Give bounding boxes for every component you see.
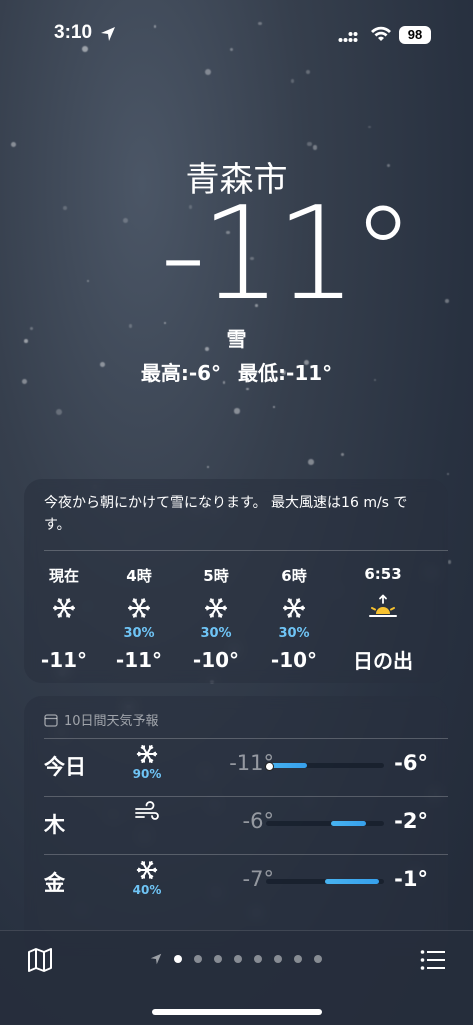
snowflake-icon — [124, 743, 170, 767]
cellular-signal-icon — [338, 29, 358, 43]
location-arrow-icon — [100, 26, 116, 42]
day-icon — [124, 801, 170, 825]
precip-chance — [353, 623, 413, 639]
low-temp: 最低:-11° — [238, 361, 332, 385]
page-dot[interactable] — [274, 955, 282, 963]
hour-temp: -10° — [264, 648, 324, 672]
snowflake-icon — [186, 596, 246, 626]
hourly-item: 4時 30% -11° — [109, 565, 169, 672]
temp-range-bar — [266, 879, 384, 884]
page-dot[interactable] — [214, 955, 222, 963]
page-dot[interactable] — [294, 955, 302, 963]
hourly-item: 6時 30% -10° — [264, 565, 324, 672]
precip-chance — [34, 626, 94, 642]
forecast-summary: 今夜から朝にかけて雪になります。 最大風速は16 m/s です。 — [44, 492, 430, 536]
hour-label: 4時 — [109, 565, 169, 586]
home-indicator[interactable] — [152, 1009, 322, 1015]
divider — [44, 550, 448, 551]
daily-row[interactable]: 金 40% -7° -1° — [24, 855, 448, 913]
snowflake-icon — [124, 859, 170, 883]
high-temp: -6° — [394, 751, 428, 775]
hour-temp: -11° — [109, 648, 169, 672]
daily-row[interactable]: 今日 90% -11° -6° — [24, 739, 448, 797]
high-temp: 最高:-6° — [141, 361, 221, 385]
day-label: 木 — [44, 809, 65, 839]
page-dot[interactable] — [314, 955, 322, 963]
precip-chance: 90% — [124, 767, 170, 781]
snowflake-icon — [34, 596, 94, 626]
day-icon: 40% — [124, 859, 170, 897]
hour-label: 現在 — [34, 565, 94, 586]
hourly-item: 5時 30% -10° — [186, 565, 246, 672]
snowflake-icon — [264, 596, 324, 626]
snowflake-icon — [109, 596, 169, 626]
page-dot[interactable] — [254, 955, 262, 963]
temp-range-fill — [331, 821, 366, 826]
daily-row[interactable]: 木 -6° -2° — [24, 797, 448, 855]
hour-label: 6:53 — [353, 565, 413, 583]
wind-icon — [124, 801, 170, 825]
map-icon[interactable] — [27, 947, 53, 973]
precip-chance: 40% — [124, 883, 170, 897]
day-icon: 90% — [124, 743, 170, 781]
status-bar: 3:10 98 — [0, 0, 473, 70]
temp-range-bar — [266, 821, 384, 826]
high-low: 最高:-6° 最低:-11° — [0, 357, 473, 386]
precip-chance: 30% — [186, 626, 246, 642]
high-temp: -2° — [394, 809, 428, 833]
page-indicator[interactable] — [150, 953, 322, 965]
location-arrow-icon — [150, 953, 162, 965]
hour-label: 6時 — [264, 565, 324, 586]
hourly-forecast-card[interactable]: 今夜から朝にかけて雪になります。 最大風速は16 m/s です。 現在 -11°… — [24, 479, 448, 683]
precip-chance: 30% — [109, 626, 169, 642]
wifi-icon — [370, 25, 392, 43]
temp-range-fill — [325, 879, 379, 884]
day-label: 今日 — [44, 751, 86, 781]
hour-temp: 日の出 — [353, 645, 413, 674]
hour-temp: -10° — [186, 648, 246, 672]
hourly-item: 6:53 日の出 — [353, 565, 413, 674]
battery-indicator: 98 — [399, 26, 431, 44]
calendar-icon — [44, 713, 58, 727]
day-label: 金 — [44, 867, 65, 897]
list-icon[interactable] — [420, 949, 446, 971]
current-temp-dot — [265, 762, 274, 771]
hour-temp: -11° — [34, 648, 94, 672]
page-dot[interactable] — [194, 955, 202, 963]
status-time: 3:10 — [54, 22, 92, 44]
current-temperature: -11° — [160, 190, 409, 320]
page-dot[interactable] — [174, 955, 182, 963]
ten-day-forecast-card[interactable]: 10日間天気予報 今日 90% -11° -6° 木 -6° -2° 金 40 — [24, 696, 448, 956]
condition-label: 雪 — [0, 323, 473, 352]
bottom-toolbar — [0, 930, 473, 1025]
hourly-item: 現在 -11° — [34, 565, 94, 672]
page-dot[interactable] — [234, 955, 242, 963]
sunrise-icon — [353, 593, 413, 623]
ten-day-title: 10日間天気予報 — [64, 710, 159, 729]
ten-day-header: 10日間天気予報 — [44, 710, 159, 729]
temp-range-bar — [266, 763, 384, 768]
precip-chance: 30% — [264, 626, 324, 642]
high-temp: -1° — [394, 867, 428, 891]
hour-label: 5時 — [186, 565, 246, 586]
